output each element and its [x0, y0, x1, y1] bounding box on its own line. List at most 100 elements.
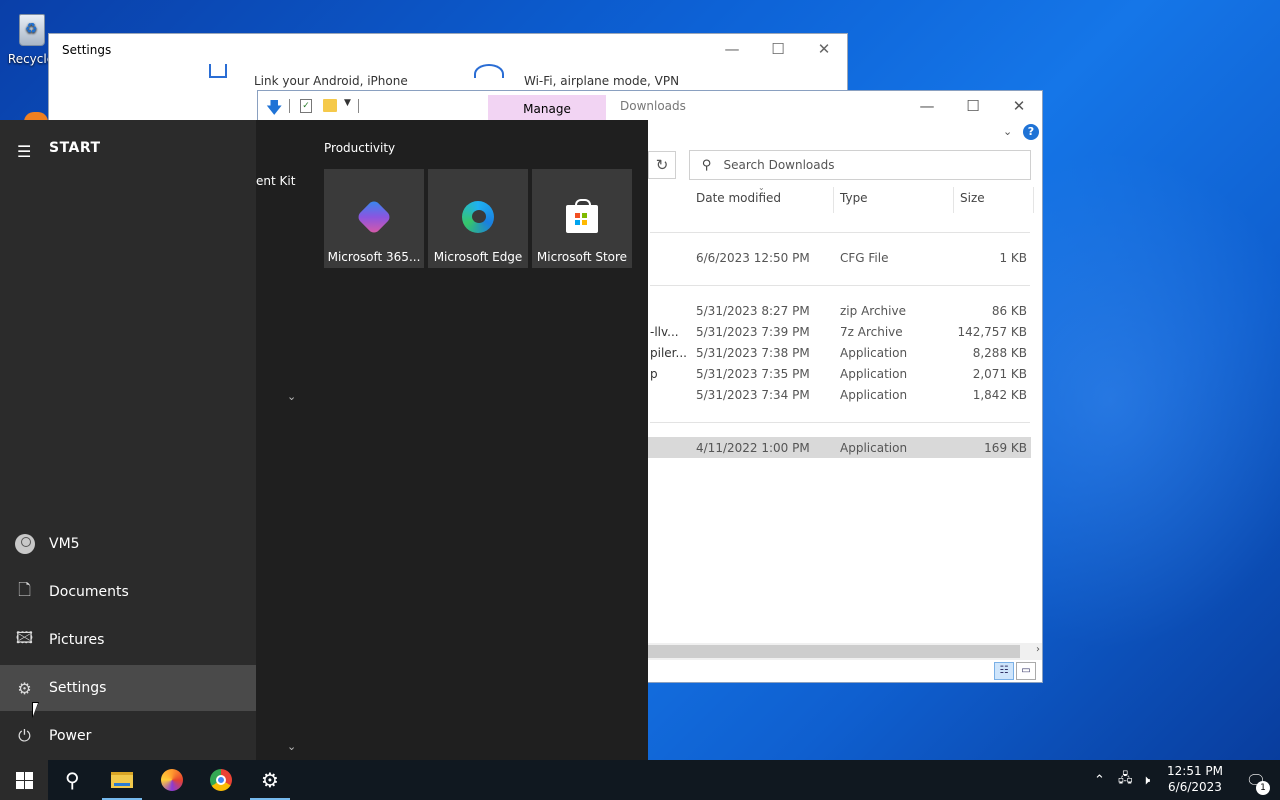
start-item-documents[interactable]: 🗋 Documents	[0, 569, 256, 615]
file-date: 5/31/2023 8:27 PM	[696, 304, 810, 318]
close-button[interactable]: ✕	[801, 34, 847, 64]
phone-tile-text[interactable]: Link your Android, iPhone	[254, 74, 408, 88]
scrollbar-thumb[interactable]	[648, 645, 1020, 658]
start-title: START	[49, 140, 101, 156]
start-menu-sidebar[interactable]: ☰ START VM5 🗋 Documents 🖾 Pictures ⚙ Set…	[0, 120, 256, 760]
edge-icon	[462, 201, 494, 233]
app-list-item[interactable]: ent Kit	[256, 174, 295, 188]
pictures-label: Pictures	[49, 632, 105, 648]
settings-label: Settings	[49, 680, 107, 696]
tile-microsoft-365[interactable]: Microsoft 365...	[324, 169, 424, 268]
new-folder-icon[interactable]	[323, 99, 337, 112]
chrome-icon	[210, 769, 232, 791]
maximize-button[interactable]: ☐	[950, 91, 996, 121]
column-header-type[interactable]: Type	[840, 191, 868, 205]
user-label: VM5	[49, 536, 80, 552]
file-size: 169 KB	[984, 441, 1027, 455]
file-type: zip Archive	[840, 304, 906, 318]
file-date: 6/6/2023 12:50 PM	[696, 251, 810, 265]
refresh-button[interactable]: ↻	[648, 151, 676, 179]
group-divider	[650, 285, 1030, 286]
table-row-selected[interactable]: 4/11/2022 1:00 PM Application 169 KB	[648, 437, 1031, 458]
column-header-date[interactable]: Date modified	[696, 191, 781, 205]
system-clock[interactable]: 12:51 PM 6/6/2023	[1166, 763, 1224, 795]
network-tile-text[interactable]: Wi-Fi, airplane mode, VPN	[524, 74, 679, 88]
table-row[interactable]: 5/31/2023 8:27 PM zip Archive 86 KB	[648, 300, 1031, 321]
file-explorer-icon	[111, 772, 133, 788]
hamburger-menu-icon[interactable]: ☰	[17, 142, 31, 161]
search-button[interactable]: ⚲	[48, 760, 96, 800]
taskbar-firefox[interactable]	[148, 760, 196, 800]
title-bar[interactable]: 🡇 ✓ ▼ Manage Downloads — ☐ ✕	[258, 91, 1042, 121]
chevron-up-icon: ⌃	[1094, 772, 1105, 788]
minimize-button[interactable]: —	[709, 34, 755, 64]
help-icon[interactable]: ?	[1023, 124, 1039, 140]
table-row[interactable]: 5/31/2023 7:34 PM Application 1,842 KB	[648, 384, 1031, 405]
document-icon: 🗋	[18, 579, 31, 599]
file-type: 7z Archive	[840, 325, 903, 339]
customize-toolbar-icon[interactable]: ▼	[344, 98, 351, 108]
window-title: Downloads	[620, 99, 686, 113]
tile-microsoft-edge[interactable]: Microsoft Edge	[428, 169, 528, 268]
tab-manage[interactable]: Manage	[488, 95, 606, 121]
network-icon: 🖧	[1118, 771, 1133, 786]
taskbar-file-explorer[interactable]	[98, 760, 146, 800]
chevron-down-icon[interactable]: ⌄	[287, 390, 296, 403]
column-divider[interactable]	[1033, 187, 1034, 213]
search-input[interactable]: ⚲ Search Downloads	[689, 150, 1031, 180]
start-item-user[interactable]: VM5	[0, 521, 256, 567]
documents-label: Documents	[49, 584, 129, 600]
taskbar-settings[interactable]: ⚙	[246, 760, 294, 800]
window-title: Settings	[62, 43, 112, 57]
column-divider[interactable]	[953, 187, 954, 213]
close-button[interactable]: ✕	[996, 91, 1042, 121]
start-item-power[interactable]: ⏻ Power	[0, 713, 256, 759]
table-row[interactable]: piler... 5/31/2023 7:38 PM Application 8…	[648, 342, 1031, 363]
minimize-button[interactable]: —	[904, 91, 950, 121]
group-divider	[650, 232, 1030, 233]
file-type: Application	[840, 346, 908, 360]
file-name: -llv...	[650, 325, 679, 339]
expand-ribbon-icon[interactable]: ⌄	[1003, 125, 1012, 138]
network-tray-button[interactable]: 🖧	[1118, 760, 1133, 800]
table-row[interactable]: -llv... 5/31/2023 7:39 PM 7z Archive 142…	[648, 321, 1031, 342]
start-button[interactable]	[0, 760, 48, 800]
show-hidden-icons-button[interactable]: ⌃	[1094, 760, 1105, 800]
table-row[interactable]: p 5/31/2023 7:35 PM Application 2,071 KB	[648, 363, 1031, 384]
file-date: 5/31/2023 7:35 PM	[696, 367, 810, 381]
tile-microsoft-store[interactable]: Microsoft Store	[532, 169, 632, 268]
start-menu-apps[interactable]: ent Kit ⌄ ⌄ Productivity Microsoft 365..…	[256, 120, 648, 760]
file-size: 1,842 KB	[972, 388, 1027, 402]
window-controls: — ☐ ✕	[904, 91, 1042, 121]
action-center-button[interactable]: 🗨 1	[1232, 760, 1280, 800]
taskbar-chrome[interactable]	[197, 760, 245, 800]
chevron-down-icon[interactable]: ⌄	[287, 740, 296, 753]
windows-logo-icon	[15, 771, 33, 789]
details-view-icon[interactable]: ☷	[994, 662, 1014, 680]
phone-link-icon	[209, 64, 227, 78]
file-size: 142,757 KB	[957, 325, 1027, 339]
start-item-pictures[interactable]: 🖾 Pictures	[0, 617, 256, 663]
gear-icon: ⚙	[17, 678, 32, 698]
firefox-icon	[161, 769, 183, 791]
recycle-bin-icon	[13, 8, 49, 48]
table-row[interactable]: 6/6/2023 12:50 PM CFG File 1 KB	[648, 247, 1031, 268]
picture-icon: 🖾	[15, 627, 34, 647]
column-divider[interactable]	[833, 187, 834, 213]
large-icons-view-icon[interactable]: ▭	[1016, 662, 1036, 680]
search-icon: ⚲	[64, 768, 80, 792]
store-icon	[566, 199, 598, 233]
scroll-right-icon[interactable]: ›	[1036, 644, 1040, 655]
file-type: CFG File	[840, 251, 889, 265]
notification-badge: 1	[1256, 781, 1270, 795]
properties-icon[interactable]: ✓	[300, 99, 312, 113]
maximize-button[interactable]: ☐	[755, 34, 801, 64]
tile-label: Microsoft Edge	[433, 250, 523, 264]
volume-tray-button[interactable]: 🕨	[1142, 760, 1150, 800]
horizontal-scrollbar[interactable]: ›	[648, 643, 1042, 660]
file-type: Application	[840, 367, 908, 381]
column-header-size[interactable]: Size	[960, 191, 985, 205]
tile-label: Microsoft 365...	[327, 250, 421, 264]
taskbar: ⚲ ⚙ ⌃ 🖧 🕨 12:51 PM 6/6/2023 🗨 1	[0, 760, 1280, 800]
tile-group-title[interactable]: Productivity	[324, 141, 395, 155]
